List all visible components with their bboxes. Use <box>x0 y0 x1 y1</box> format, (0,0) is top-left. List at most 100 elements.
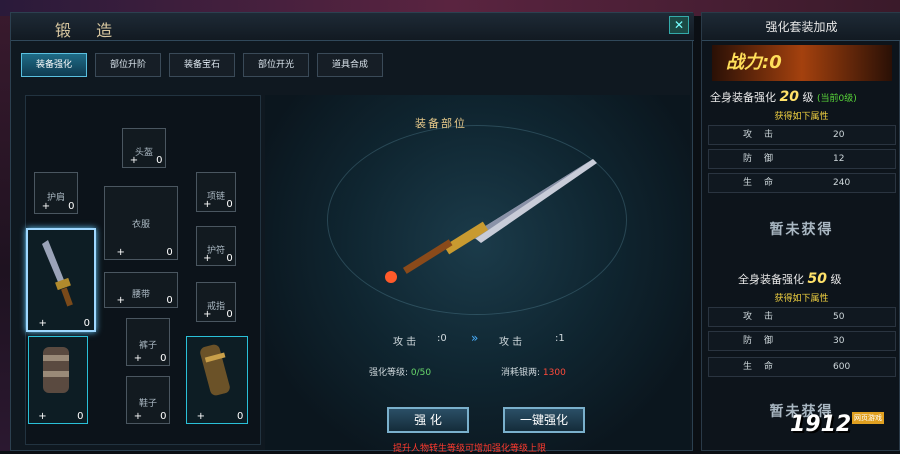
set2-stat-defense: 防御 30 <box>708 331 896 351</box>
tab-equip-gem[interactable]: 装备宝石 <box>169 53 235 77</box>
stat-key: 生命 <box>743 178 786 188</box>
slot-level: 0 <box>68 201 75 212</box>
slot-plus: + <box>203 253 212 264</box>
slot-helmet[interactable]: 头盔 + 0 <box>122 128 166 168</box>
set2-heading: 全身装备强化 50 级 <box>738 271 841 287</box>
sword-icon <box>42 240 73 307</box>
slot-level: 0 <box>226 309 233 320</box>
stat-value: 240 <box>833 178 851 188</box>
enhance-button[interactable]: 强 化 <box>387 407 469 433</box>
slot-ring[interactable]: 戒指 + 0 <box>196 282 236 322</box>
slot-plus: + <box>133 353 143 364</box>
set1-level: 20 <box>779 89 799 105</box>
combat-power-label: 战力: <box>726 52 770 73</box>
slot-level: 0 <box>160 411 167 422</box>
enhance-tip: 提升人物转生等级可增加强化等级上限 <box>393 444 547 454</box>
forge-window: 锻 造 ✕ 装备强化 部位升阶 装备宝石 部位开光 道具合成 头盔 + 0 护肩… <box>10 12 694 454</box>
slot-level: 0 <box>166 295 173 306</box>
set1-stat-hp: 生命 240 <box>708 173 896 193</box>
set-bonus-title: 强化套装加成 <box>702 13 900 41</box>
slot-level: 0 <box>160 353 167 364</box>
equip-part-heading: 装备部位 <box>415 117 467 130</box>
tab-item-synthesis[interactable]: 道具合成 <box>317 53 383 77</box>
enhance-preview-panel: 装备部位 攻 击 :0 » 攻 击 :1 强化等级: 0/50 消耗银两: 13… <box>265 95 690 454</box>
slot-plus: + <box>116 295 125 306</box>
enhance-level-row: 强化等级: 0/50 <box>369 365 431 378</box>
one-click-enhance-button[interactable]: 一键强化 <box>503 407 585 433</box>
combat-power-value: 0 <box>769 52 782 73</box>
stat-key: 攻击 <box>743 312 786 322</box>
attack-next-value: :1 <box>555 333 565 344</box>
slot-name: 衣服 <box>131 220 150 231</box>
slot-shoulder[interactable]: 护肩 + 0 <box>34 172 78 214</box>
site-logo: 1912 <box>790 412 852 437</box>
enhance-level-value: 0/50 <box>410 368 432 378</box>
stat-value: 12 <box>833 154 845 164</box>
set1-sub: 获得如下属性 <box>774 112 829 122</box>
forge-title: 锻 造 <box>55 21 123 40</box>
attack-current-label: 攻 击 <box>393 337 417 348</box>
arrow-icon: » <box>471 331 479 345</box>
set2-label: 全身装备强化 <box>738 273 804 286</box>
slot-pants[interactable]: 裤子 + 0 <box>126 318 170 366</box>
slot-necklace[interactable]: 项链 + 0 <box>196 172 236 212</box>
equipment-panel: 头盔 + 0 护肩 + 0 衣服 + 0 项链 + 0 护符 + 0 腰带 + … <box>25 95 261 445</box>
tab-part-consecrate[interactable]: 部位开光 <box>243 53 309 77</box>
enhance-level-label: 强化等级: <box>369 368 409 378</box>
slot-shoes[interactable]: 鞋子 + 0 <box>126 376 170 424</box>
stat-value: 20 <box>833 130 845 140</box>
slot-level: 0 <box>166 247 173 258</box>
slot-level: 0 <box>237 411 244 422</box>
slot-level: 0 <box>226 199 233 210</box>
attack-current-value: :0 <box>437 333 447 344</box>
slot-plus: + <box>196 411 205 422</box>
stat-key: 防御 <box>743 154 786 164</box>
stat-key: 攻击 <box>743 130 786 140</box>
tab-part-upgrade[interactable]: 部位升阶 <box>95 53 161 77</box>
stat-value: 50 <box>833 312 845 322</box>
slot-level: 0 <box>156 155 163 166</box>
tab-equip-enhance[interactable]: 装备强化 <box>21 53 87 77</box>
slot-level: 0 <box>83 318 91 329</box>
slot-bracer-right[interactable]: + 0 <box>186 336 248 424</box>
set2-sub: 获得如下属性 <box>774 294 829 304</box>
set2-unit: 级 <box>830 273 842 286</box>
sword-preview-icon <box>385 159 597 283</box>
slot-plus: + <box>129 155 139 166</box>
set1-unit: 级 <box>802 91 814 104</box>
slot-name: 鞋子 <box>138 399 157 410</box>
slot-level: 0 <box>77 411 84 422</box>
slot-plus: + <box>38 318 47 329</box>
slot-armor[interactable]: 衣服 + 0 <box>104 186 178 260</box>
set2-level: 50 <box>807 271 827 287</box>
set-bonus-panel: 强化套装加成 战力:0 全身装备强化 20 级 (当前0级) 获得如下属性 攻击… <box>701 12 900 451</box>
cost-value: 1300 <box>542 368 566 378</box>
set2-stat-hp: 生命 600 <box>708 357 896 377</box>
stat-key: 防御 <box>743 336 786 346</box>
combat-power: 战力:0 <box>712 45 892 81</box>
slot-plus: + <box>41 201 51 212</box>
slot-belt[interactable]: 腰带 + 0 <box>104 272 178 308</box>
slot-plus: + <box>38 411 47 422</box>
slot-bracer-left[interactable]: + 0 <box>28 336 88 424</box>
slot-plus: + <box>203 199 212 210</box>
close-button[interactable]: ✕ <box>669 16 689 34</box>
slot-name: 裤子 <box>138 341 157 352</box>
set1-stat-defense: 防御 12 <box>708 149 896 169</box>
slot-weapon[interactable]: + 0 <box>26 228 96 332</box>
stat-key: 生命 <box>743 362 786 372</box>
set1-stat-attack: 攻击 20 <box>708 125 896 145</box>
stat-value: 600 <box>833 362 851 372</box>
slot-plus: + <box>116 247 125 258</box>
set1-heading: 全身装备强化 20 级 (当前0级) <box>710 89 857 105</box>
forge-title-bar[interactable]: 锻 造 ✕ <box>11 13 694 41</box>
set1-unowned: 暂未获得 <box>769 222 834 238</box>
stat-value: 30 <box>833 336 845 346</box>
cost-label: 消耗银两: <box>501 368 541 378</box>
attack-next-label: 攻 击 <box>499 337 523 348</box>
set1-status: (当前0级) <box>816 94 857 104</box>
site-logo-sub: 网页游戏 <box>852 412 884 424</box>
slot-level: 0 <box>226 253 233 264</box>
slot-talisman[interactable]: 护符 + 0 <box>196 226 236 266</box>
slot-plus: + <box>203 309 212 320</box>
